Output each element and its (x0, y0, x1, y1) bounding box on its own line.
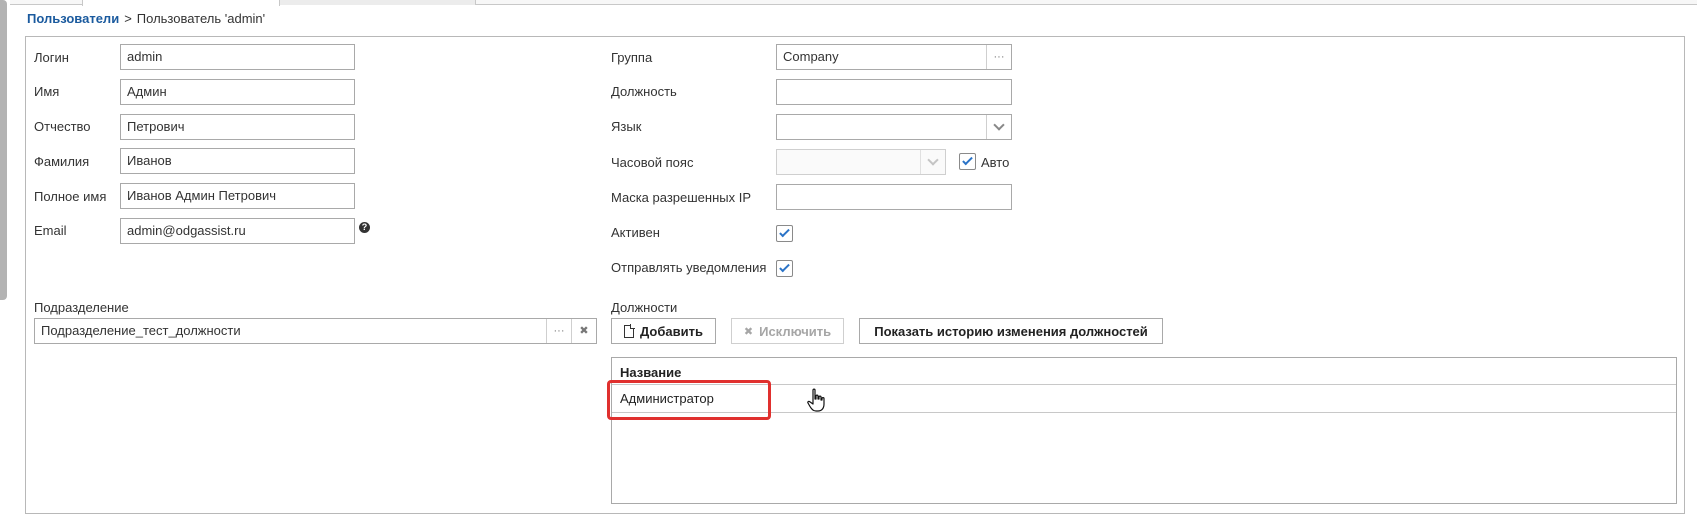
exclude-position-button[interactable]: ✖ Исключить (731, 318, 844, 344)
last-name-input[interactable]: Иванов (120, 148, 355, 174)
show-history-label: Показать историю изменения должностей (874, 323, 1148, 339)
document-icon (624, 324, 635, 338)
show-positions-history-button[interactable]: Показать историю изменения должностей (859, 318, 1163, 344)
breadcrumb-separator: > (124, 11, 132, 26)
department-value: Подразделение_тест_должности (41, 323, 241, 338)
department-picker-icon[interactable]: ··· (546, 319, 571, 343)
email-input[interactable]: admin@odgassist.ru (120, 218, 355, 244)
positions-label: Должности (611, 300, 678, 315)
add-position-label: Добавить (640, 323, 703, 339)
first-name-label: Имя (34, 84, 60, 99)
breadcrumb-users-link[interactable]: Пользователи (27, 11, 119, 26)
group-label: Группа (611, 50, 653, 65)
timezone-auto-checkbox[interactable] (959, 153, 976, 170)
positions-table: Название Администратор (611, 357, 1677, 504)
checkmark-icon (779, 261, 790, 273)
login-label: Логин (34, 50, 69, 65)
hand-cursor-icon (807, 388, 825, 412)
highlight-annotation (607, 380, 771, 420)
positions-table-header[interactable]: Название (612, 358, 1676, 385)
checkmark-icon (779, 226, 790, 238)
email-help-icon[interactable]: ? (359, 222, 370, 233)
full-name-label: Полное имя (34, 189, 107, 204)
tab-second[interactable] (280, 0, 476, 5)
department-input[interactable]: Подразделение_тест_должности ··· ✖ (34, 318, 597, 344)
ip-mask-input[interactable] (776, 184, 1012, 210)
position-label: Должность (611, 84, 677, 99)
patronymic-label: Отчество (34, 119, 91, 134)
active-checkbox[interactable] (776, 225, 793, 242)
group-value: Company (783, 49, 839, 64)
department-label: Подразделение (34, 300, 129, 315)
department-clear-icon[interactable]: ✖ (571, 319, 596, 343)
timezone-auto-label: Авто (981, 155, 1010, 170)
notifications-checkbox[interactable] (776, 260, 793, 277)
language-select[interactable] (776, 114, 1012, 140)
language-label: Язык (611, 119, 642, 134)
active-label: Активен (611, 225, 660, 240)
notifications-label: Отправлять уведомления (611, 260, 767, 275)
language-chevron-down-icon[interactable] (986, 115, 1011, 139)
table-row[interactable]: Администратор (612, 385, 1676, 413)
login-input[interactable]: admin (120, 44, 355, 70)
position-input[interactable] (776, 79, 1012, 105)
patronymic-input[interactable]: Петрович (120, 114, 355, 140)
add-position-button[interactable]: Добавить (611, 318, 716, 344)
checkmark-icon (962, 154, 973, 166)
full-name-input[interactable]: Иванов Админ Петрович (120, 183, 355, 209)
timezone-label: Часовой пояс (611, 155, 694, 170)
email-label: Email (34, 223, 67, 238)
breadcrumb: Пользователи > Пользователь 'admin' (27, 11, 265, 26)
exclude-position-label: Исключить (759, 323, 832, 339)
group-picker-icon[interactable]: ··· (986, 45, 1011, 69)
side-scroll-handle[interactable] (0, 0, 7, 300)
exclude-icon: ✖ (743, 325, 754, 338)
timezone-chevron-down-icon[interactable] (920, 150, 945, 174)
last-name-label: Фамилия (34, 154, 90, 169)
timezone-select[interactable] (776, 149, 946, 175)
group-input[interactable]: Company ··· (776, 44, 1012, 70)
breadcrumb-current: Пользователь 'admin' (136, 11, 266, 26)
first-name-input[interactable]: Админ (120, 79, 355, 105)
ip-mask-label: Маска разрешенных IP (611, 190, 752, 205)
tab-active[interactable] (82, 0, 280, 6)
